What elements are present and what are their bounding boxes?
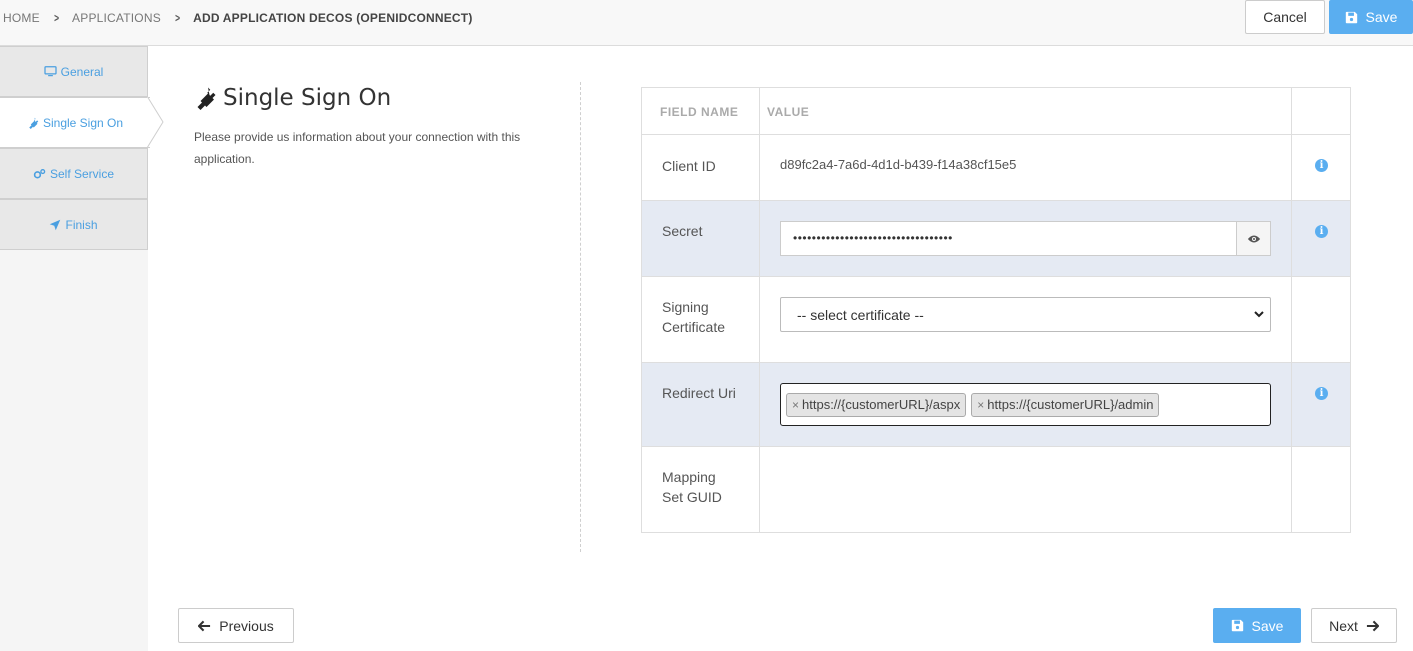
signing-certificate-select[interactable]: -- select certificate -- [780,297,1271,332]
previous-button-label: Previous [219,617,274,634]
secret-input[interactable]: •••••••••••••••••••••••••••••••••• [780,221,1236,256]
show-secret-button[interactable] [1236,221,1271,256]
rocket-icon [50,219,61,230]
plug-icon [197,87,216,110]
save-button-label: Save [1251,617,1284,634]
save-button-label: Save [1365,9,1398,25]
chevron-down-icon [1254,311,1264,318]
table-row-signing-certificate: Signing Certificate -- select certificate… [642,277,1350,363]
table-row-redirect-uri: Redirect Uri × https://{customerURL}/aspx… [642,363,1350,447]
table-row-mapping-set-guid: Mapping Set GUID [642,447,1350,532]
sso-fields-table: FIELD NAME VALUE Client ID d89fc2a4-7a6d… [641,87,1351,533]
monitor-icon [44,66,57,77]
floppy-disk-icon [1231,619,1243,632]
field-label: Mapping Set GUID [662,469,722,505]
previous-button[interactable]: Previous [178,608,294,643]
table-header-row: FIELD NAME VALUE [642,88,1350,135]
nav-item-label: General [60,64,104,79]
section-header: Single Sign On [193,85,391,111]
info-icon[interactable]: i [1315,159,1328,172]
secret-input-group: •••••••••••••••••••••••••••••••••• [780,221,1271,256]
table-row-secret: Secret •••••••••••••••••••••••••••••••••… [642,201,1350,277]
redirect-uri-tag-input[interactable]: × https://{customerURL}/aspx × https://{cu… [780,383,1271,426]
remove-tag-icon[interactable]: × [977,398,984,412]
column-header-value: VALUE [767,105,810,119]
table-row-client-id: Client ID d89fc2a4-7a6d-4d1d-b439-f14a38… [642,135,1350,201]
next-button[interactable]: Next [1311,608,1397,643]
breadcrumb-applications[interactable]: APPLICATIONS [72,11,161,25]
client-id-value: d89fc2a4-7a6d-4d1d-b439-f14a38cf15e5 [780,157,1017,172]
gears-icon [33,168,46,178]
breadcrumb-current: ADD APPLICATION DECOS (OPENIDCONNECT) [193,11,473,25]
save-button-bottom[interactable]: Save [1213,608,1301,643]
plug-icon [29,117,39,129]
uri-tag: × https://{customerURL}/admin [971,392,1160,417]
field-label: Secret [662,223,703,239]
chevron-right-icon: > [53,11,59,25]
nav-item-general[interactable]: General [0,46,148,97]
arrow-right-icon [1366,620,1379,631]
save-button-top[interactable]: Save [1329,0,1413,34]
nav-item-finish[interactable]: Finish [0,199,148,250]
top-bar: HOME > APPLICATIONS > ADD APPLICATION DE… [0,0,1413,46]
nav-item-label: Single Sign On [42,115,124,130]
field-label: Redirect Uri [662,385,736,401]
field-label: Client ID [662,158,716,174]
section-description: Please provide us information about your… [194,130,521,166]
page-title: Single Sign On [223,85,392,111]
nav-item-self-service[interactable]: Self Service [0,148,148,199]
field-label: Signing Certificate [662,299,726,335]
remove-tag-icon[interactable]: × [792,398,799,412]
nav-item-single-sign-on[interactable]: Single Sign On [0,97,150,148]
arrow-left-icon [198,620,211,631]
column-header-field-name: FIELD NAME [660,105,739,119]
breadcrumb-home[interactable]: HOME [3,11,40,25]
info-icon[interactable]: i [1315,387,1328,400]
chevron-right-icon: > [174,11,181,25]
active-step-arrow [147,96,164,148]
selected-option: -- select certificate -- [797,306,924,323]
eye-icon [1247,235,1260,242]
uri-tag: × https://{customerURL}/aspx [786,392,967,417]
vertical-divider [580,82,581,552]
nav-item-label: Finish [65,217,98,232]
cancel-button-label: Cancel [1263,9,1307,25]
nav-item-label: Self Service [49,166,115,181]
cancel-button[interactable]: Cancel [1245,0,1325,34]
floppy-disk-icon [1345,11,1357,23]
info-icon[interactable]: i [1315,225,1328,238]
breadcrumb: HOME > APPLICATIONS > ADD APPLICATION DE… [3,11,473,25]
next-button-label: Next [1329,617,1358,634]
